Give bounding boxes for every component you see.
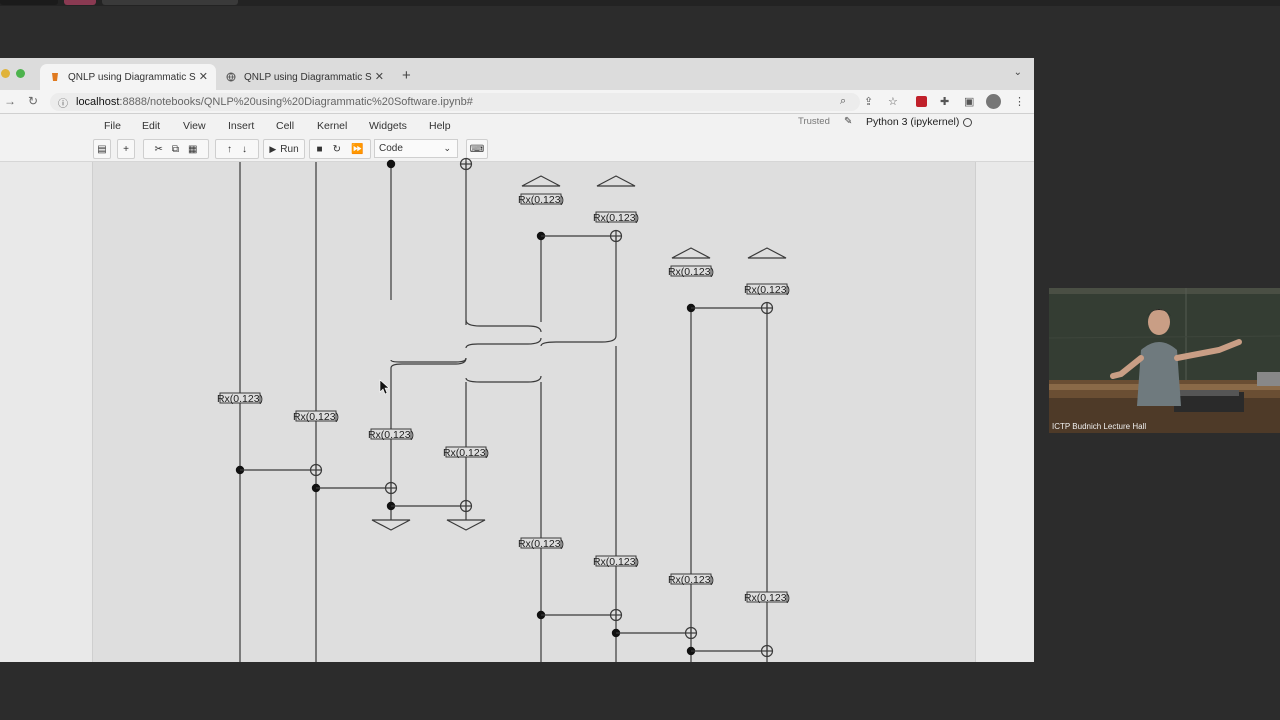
rx-gate-label: Rx(0.123) [368,429,414,441]
rx-gate-label: Rx(0.123) [744,284,790,296]
state-effect [446,519,486,531]
rx-gate-label: Rx(0.123) [518,194,564,206]
state-prep [596,175,636,187]
wire [465,375,542,383]
wire [390,357,467,363]
rx-gate-label: Rx(0.123) [293,411,339,423]
wire [465,319,542,333]
rx-gate-label: Rx(0.123) [518,538,564,550]
rx-gate-label: Rx(0.123) [744,592,790,604]
lecturer-video-image [1049,288,1280,433]
wire [540,335,617,347]
screen: QNLP using Diagrammatic Sof ✕ QNLP using… [0,0,1280,720]
control-dot [386,159,396,169]
rx-gate-label: Rx(0.123) [593,556,639,568]
webcam-feed: ICTP Budnich Lecture Hall [1049,288,1280,433]
browser-window: QNLP using Diagrammatic Sof ✕ QNLP using… [0,58,1034,662]
rx-gate-label: Rx(0.123) [217,393,263,405]
quantum-circuit-diagram: Rx(0.123) Rx(0.123) Rx(0.123) Rx(0.123) Rx(0… [217,157,790,662]
wire [465,337,542,349]
rx-gate-label: Rx(0.123) [443,447,489,459]
mouse-cursor-icon [379,379,390,395]
state-prep [747,247,787,259]
state-prep [671,247,711,259]
state-prep [521,175,561,187]
rx-gate-label: Rx(0.123) [668,266,714,278]
rx-gate-label: Rx(0.123) [668,574,714,586]
top-strip [0,0,1280,6]
rx-gate-label: Rx(0.123) [593,212,639,224]
state-effect [371,519,411,531]
webcam-caption: ICTP Budnich Lecture Hall [1052,422,1147,431]
top-strip-segment [0,0,58,5]
wire [390,357,467,369]
top-strip-segment [64,0,96,5]
top-strip-segment [102,0,238,5]
